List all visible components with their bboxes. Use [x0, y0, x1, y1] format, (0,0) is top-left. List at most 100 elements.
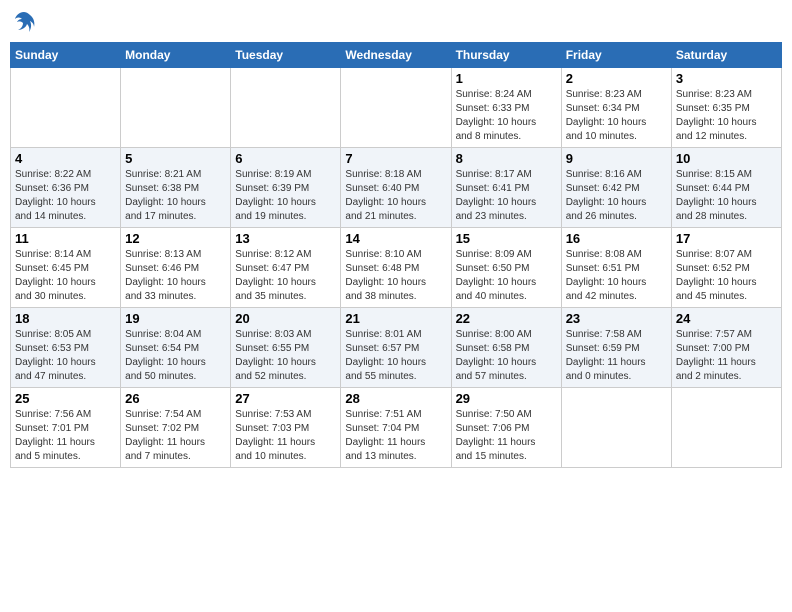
day-header-friday: Friday — [561, 43, 671, 68]
calendar-cell: 26 Sunrise: 7:54 AM Sunset: 7:02 PM Dayli… — [121, 388, 231, 468]
logo — [10, 10, 36, 34]
calendar-cell: 10Sunrise: 8:15 AM Sunset: 6:44 PM Dayli… — [671, 148, 781, 228]
calendar-cell: 12 Sunrise: 8:13 AM Sunset: 6:46 PM Dayli… — [121, 228, 231, 308]
day-number: 1 — [456, 71, 557, 86]
day-number: 9 — [566, 151, 667, 166]
calendar-cell — [561, 388, 671, 468]
day-info: Sunrise: 7:58 AM Sunset: 6:59 PM Dayligh… — [566, 328, 667, 384]
calendar-cell: 23 Sunrise: 7:58 AM Sunset: 6:59 PM Dayli… — [561, 308, 671, 388]
day-number: 24 — [676, 311, 777, 326]
day-number: 25 — [15, 391, 116, 406]
calendar-cell: 1 Sunrise: 8:24 AM Sunset: 6:33 PM Daylig… — [451, 68, 561, 148]
calendar-cell: 11 Sunrise: 8:14 AM Sunset: 6:45 PM Dayli… — [11, 228, 121, 308]
day-info: Sunrise: 8:13 AM Sunset: 6:46 PM Dayligh… — [125, 248, 226, 304]
calendar-cell: 16 Sunrise: 8:08 AM Sunset: 6:51 PM Dayli… — [561, 228, 671, 308]
calendar-cell — [341, 68, 451, 148]
calendar-cell: 4 Sunrise: 8:22 AM Sunset: 6:36 PM Daylig… — [11, 148, 121, 228]
calendar-cell: 28 Sunrise: 7:51 AM Sunset: 7:04 PM Dayli… — [341, 388, 451, 468]
day-header-tuesday: Tuesday — [231, 43, 341, 68]
day-info: Sunrise: 8:22 AM Sunset: 6:36 PM Dayligh… — [15, 168, 116, 224]
day-number: 4 — [15, 151, 116, 166]
calendar-cell: 21 Sunrise: 8:01 AM Sunset: 6:57 PM Dayli… — [341, 308, 451, 388]
day-number: 14 — [345, 231, 446, 246]
day-header-sunday: Sunday — [11, 43, 121, 68]
day-header-monday: Monday — [121, 43, 231, 68]
day-number: 2 — [566, 71, 667, 86]
day-info: Sunrise: 7:54 AM Sunset: 7:02 PM Dayligh… — [125, 408, 226, 464]
calendar-cell: 15 Sunrise: 8:09 AM Sunset: 6:50 PM Dayli… — [451, 228, 561, 308]
day-header-wednesday: Wednesday — [341, 43, 451, 68]
day-info: Sunrise: 7:50 AM Sunset: 7:06 PM Dayligh… — [456, 408, 557, 464]
day-info: Sunrise: 8:03 AM Sunset: 6:55 PM Dayligh… — [235, 328, 336, 384]
day-number: 26 — [125, 391, 226, 406]
calendar-header: SundayMondayTuesdayWednesdayThursdayFrid… — [11, 43, 782, 68]
day-number: 17 — [676, 231, 777, 246]
calendar-cell: 14 Sunrise: 8:10 AM Sunset: 6:48 PM Dayli… — [341, 228, 451, 308]
day-info: Sunrise: 8:12 AM Sunset: 6:47 PM Dayligh… — [235, 248, 336, 304]
calendar-cell: 6 Sunrise: 8:19 AM Sunset: 6:39 PM Daylig… — [231, 148, 341, 228]
day-info: Sunrise: 7:51 AM Sunset: 7:04 PM Dayligh… — [345, 408, 446, 464]
calendar-cell — [121, 68, 231, 148]
day-info: Sunrise: 7:56 AM Sunset: 7:01 PM Dayligh… — [15, 408, 116, 464]
calendar-cell: 20 Sunrise: 8:03 AM Sunset: 6:55 PM Dayli… — [231, 308, 341, 388]
day-info: Sunrise: 8:14 AM Sunset: 6:45 PM Dayligh… — [15, 248, 116, 304]
day-info: Sunrise: 8:01 AM Sunset: 6:57 PM Dayligh… — [345, 328, 446, 384]
calendar-cell: 2 Sunrise: 8:23 AM Sunset: 6:34 PM Daylig… — [561, 68, 671, 148]
calendar-cell: 27 Sunrise: 7:53 AM Sunset: 7:03 PM Dayli… — [231, 388, 341, 468]
day-number: 8 — [456, 151, 557, 166]
day-number: 28 — [345, 391, 446, 406]
calendar-cell: 9 Sunrise: 8:16 AM Sunset: 6:42 PM Daylig… — [561, 148, 671, 228]
day-number: 20 — [235, 311, 336, 326]
day-info: Sunrise: 8:08 AM Sunset: 6:51 PM Dayligh… — [566, 248, 667, 304]
day-info: Sunrise: 8:10 AM Sunset: 6:48 PM Dayligh… — [345, 248, 446, 304]
day-info: Sunrise: 8:23 AM Sunset: 6:34 PM Dayligh… — [566, 88, 667, 144]
day-info: Sunrise: 7:53 AM Sunset: 7:03 PM Dayligh… — [235, 408, 336, 464]
day-number: 12 — [125, 231, 226, 246]
day-number: 11 — [15, 231, 116, 246]
calendar-cell: 13 Sunrise: 8:12 AM Sunset: 6:47 PM Dayli… — [231, 228, 341, 308]
day-info: Sunrise: 8:04 AM Sunset: 6:54 PM Dayligh… — [125, 328, 226, 384]
calendar-table: SundayMondayTuesdayWednesdayThursdayFrid… — [10, 42, 782, 468]
calendar-cell: 24 Sunrise: 7:57 AM Sunset: 7:00 PM Dayli… — [671, 308, 781, 388]
day-number: 23 — [566, 311, 667, 326]
calendar-cell — [11, 68, 121, 148]
day-info: Sunrise: 7:57 AM Sunset: 7:00 PM Dayligh… — [676, 328, 777, 384]
day-info: Sunrise: 8:07 AM Sunset: 6:52 PM Dayligh… — [676, 248, 777, 304]
day-info: Sunrise: 8:24 AM Sunset: 6:33 PM Dayligh… — [456, 88, 557, 144]
calendar-cell: 7 Sunrise: 8:18 AM Sunset: 6:40 PM Daylig… — [341, 148, 451, 228]
day-number: 27 — [235, 391, 336, 406]
calendar-cell: 25 Sunrise: 7:56 AM Sunset: 7:01 PM Dayli… — [11, 388, 121, 468]
logo-icon — [12, 10, 36, 34]
day-info: Sunrise: 8:18 AM Sunset: 6:40 PM Dayligh… — [345, 168, 446, 224]
day-number: 18 — [15, 311, 116, 326]
calendar-cell: 8 Sunrise: 8:17 AM Sunset: 6:41 PM Daylig… — [451, 148, 561, 228]
day-number: 21 — [345, 311, 446, 326]
day-number: 3 — [676, 71, 777, 86]
day-info: Sunrise: 8:16 AM Sunset: 6:42 PM Dayligh… — [566, 168, 667, 224]
calendar-cell: 29 Sunrise: 7:50 AM Sunset: 7:06 PM Dayli… — [451, 388, 561, 468]
day-info: Sunrise: 8:00 AM Sunset: 6:58 PM Dayligh… — [456, 328, 557, 384]
calendar-cell — [231, 68, 341, 148]
day-number: 10 — [676, 151, 777, 166]
day-number: 13 — [235, 231, 336, 246]
calendar-cell: 3 Sunrise: 8:23 AM Sunset: 6:35 PM Daylig… — [671, 68, 781, 148]
day-header-thursday: Thursday — [451, 43, 561, 68]
day-number: 29 — [456, 391, 557, 406]
day-info: Sunrise: 8:21 AM Sunset: 6:38 PM Dayligh… — [125, 168, 226, 224]
day-number: 19 — [125, 311, 226, 326]
day-number: 22 — [456, 311, 557, 326]
day-number: 7 — [345, 151, 446, 166]
calendar-cell — [671, 388, 781, 468]
day-info: Sunrise: 8:09 AM Sunset: 6:50 PM Dayligh… — [456, 248, 557, 304]
day-info: Sunrise: 8:05 AM Sunset: 6:53 PM Dayligh… — [15, 328, 116, 384]
day-number: 5 — [125, 151, 226, 166]
page-header — [10, 10, 782, 34]
day-info: Sunrise: 8:17 AM Sunset: 6:41 PM Dayligh… — [456, 168, 557, 224]
day-info: Sunrise: 8:19 AM Sunset: 6:39 PM Dayligh… — [235, 168, 336, 224]
day-number: 6 — [235, 151, 336, 166]
day-number: 16 — [566, 231, 667, 246]
day-info: Sunrise: 8:23 AM Sunset: 6:35 PM Dayligh… — [676, 88, 777, 144]
day-number: 15 — [456, 231, 557, 246]
calendar-cell: 22 Sunrise: 8:00 AM Sunset: 6:58 PM Dayli… — [451, 308, 561, 388]
day-header-saturday: Saturday — [671, 43, 781, 68]
